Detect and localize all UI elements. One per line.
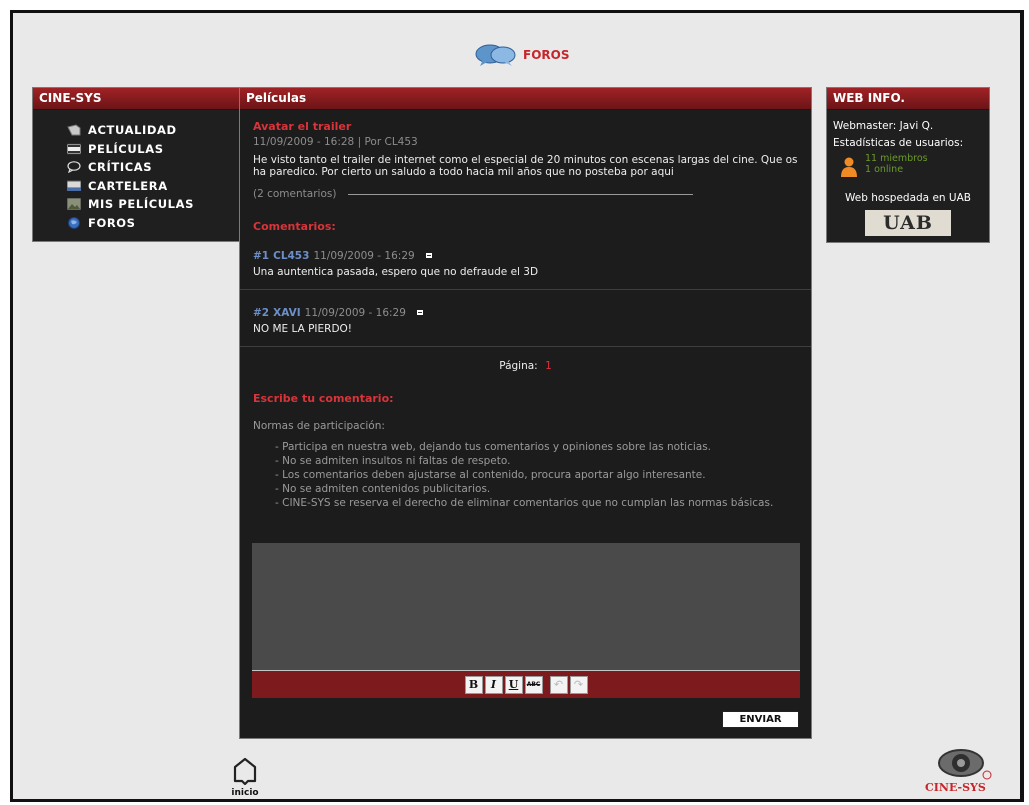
nav-label: MIS PELÍCULAS [88,197,194,212]
article: Avatar el trailer 11/09/2009 - 16:28 | P… [240,110,811,200]
film-icon [67,143,81,155]
divider [240,346,811,347]
content-panel: Películas Avatar el trailer 11/09/2009 -… [239,87,812,739]
article-body: He visto tanto el trailer de internet co… [253,154,798,178]
hosting-text: Web hospedada en UAB [845,192,971,204]
article-meta: 11/09/2009 - 16:28 | Por CL453 [253,136,418,148]
comments-count-row: (2 comentarios) [253,188,798,200]
rule-item: - No se admiten insultos ni faltas de re… [275,455,511,467]
redo-button[interactable]: ↷ [569,675,588,694]
comments-heading: Comentarios: [253,220,336,233]
uab-logo[interactable]: UAB [865,210,951,236]
rule-item: - Participa en nuestra web, dejando tus … [275,441,712,453]
nav-label: PELÍCULAS [88,141,164,156]
comment-user[interactable]: XAVI [273,307,301,319]
home-icon [233,757,257,786]
page-title: FOROS [523,48,570,62]
nav-item-cartelera[interactable]: CARTELERA [67,177,240,196]
report-icon[interactable] [414,309,426,317]
comment-text: Una auntentica pasada, espero que no def… [253,266,539,278]
nav-item-peliculas[interactable]: PELÍCULAS [67,140,240,159]
participation-rules: Normas de participación: - Participa en … [240,420,811,510]
rule-item: - Los comentarios deben ajustarse al con… [275,469,706,481]
rules-list: - Participa en nuestra web, dejando tus … [253,440,798,510]
write-comment-heading: Escribe tu comentario: [253,392,394,405]
members-count: 11 miembros [865,153,928,164]
cine-sys-menu-panel: CINE-SYS ACTUALIDAD PELÍCULAS CRÍTICAS C… [32,87,241,242]
comment-number: #1 [253,250,270,262]
nav-item-actualidad[interactable]: ACTUALIDAD [67,121,240,140]
web-info-panel: WEB INFO. Webmaster: Javi Q. Estadística… [826,87,990,243]
comment-textarea[interactable] [252,543,800,670]
report-icon[interactable] [423,252,435,260]
comments-count-link[interactable]: (2 comentarios) [253,188,336,200]
logo-text: CINE-SYS [925,781,986,794]
photo-icon [67,198,81,211]
nav-label: FOROS [88,215,136,230]
cine-sys-logo: CINE-SYS [921,745,993,799]
webmaster-text: Webmaster: Javi Q. [833,120,934,132]
page-link-1[interactable]: 1 [545,360,552,372]
speech-bubble-icon [67,161,81,174]
eye-logo-icon: CINE-SYS [925,749,992,794]
nav-label: CRÍTICAS [88,160,153,175]
comment-number: #2 [253,307,270,319]
editor-toolbar: B I U ABC ↶ ↷ [252,670,800,698]
bold-button[interactable]: B [464,675,483,694]
nav-item-criticas[interactable]: CRÍTICAS [67,158,240,177]
web-info-title: WEB INFO. [827,88,989,110]
comment-user[interactable]: CL453 [273,250,309,262]
user-stats-label: Estadísticas de usuarios: [833,137,964,149]
comment-item: #2 XAVI 11/09/2009 - 16:29 NO ME LA PIER… [240,307,811,335]
home-link[interactable]: inicio [230,755,260,798]
comment-text: NO ME LA PIERDO! [253,323,353,335]
users-icon [841,157,857,177]
nav-item-mis-peliculas[interactable]: MIS PELÍCULAS [67,195,240,214]
nav-label: CARTELERA [88,178,168,193]
globe-icon [67,216,81,229]
pagination: Página: 1 [240,360,811,372]
undo-button[interactable]: ↶ [549,675,568,694]
rule-item: - No se admiten contenidos publicitarios… [275,483,491,495]
pagination-label: Página: [499,360,538,372]
comment-date: 11/09/2009 - 16:29 [304,307,406,319]
chat-bubbles-icon [475,44,516,66]
home-label: inicio [231,788,259,798]
italic-button[interactable]: I [484,675,503,694]
rule-item: - CINE-SYS se reserva el derecho de elim… [275,497,774,509]
user-stats: 11 miembros 1 online [839,154,983,180]
forum-header: FOROS [475,43,569,67]
article-headline[interactable]: Avatar el trailer [253,120,798,133]
comment-date: 11/09/2009 - 16:29 [313,250,415,262]
divider [348,193,694,195]
divider [240,289,811,290]
send-button[interactable]: ENVIAR [722,711,799,728]
page-frame: FOROS CINE-SYS ACTUALIDAD PELÍCULAS CRÍT… [10,10,1024,802]
strikethrough-button[interactable]: ABC [524,675,543,694]
rules-title: Normas de participación: [253,420,385,432]
nav-label: ACTUALIDAD [88,123,177,138]
content-panel-title: Películas [240,88,811,110]
main-nav: ACTUALIDAD PELÍCULAS CRÍTICAS CARTELERA [33,110,240,232]
comment-item: #1 CL453 11/09/2009 - 16:29 Una auntenti… [240,250,811,278]
billboard-icon [67,180,81,192]
online-count: 1 online [865,164,904,175]
menu-panel-title: CINE-SYS [33,88,240,110]
nav-item-foros[interactable]: FOROS [67,214,240,233]
newspaper-icon [67,124,81,136]
underline-button[interactable]: U [504,675,523,694]
